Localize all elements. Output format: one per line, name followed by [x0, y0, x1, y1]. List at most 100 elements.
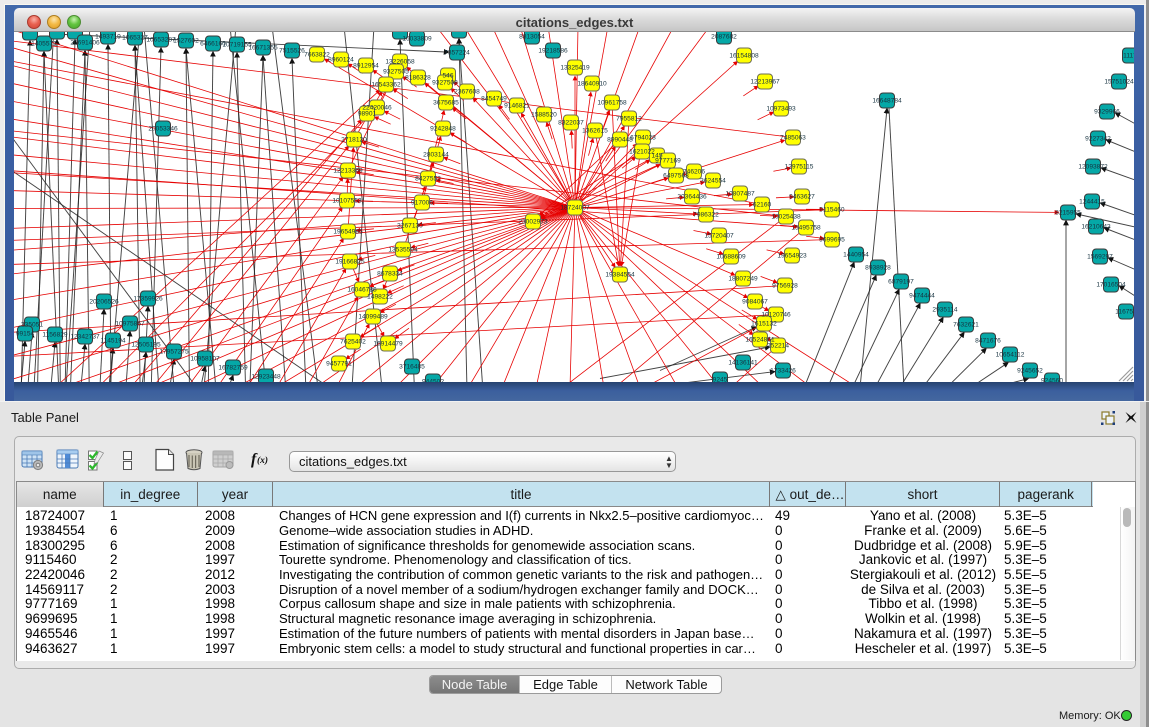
svg-text:1569297: 1569297 [1087, 254, 1113, 261]
svg-text:8938928: 8938928 [865, 265, 891, 272]
svg-text:746206: 746206 [683, 169, 705, 176]
svg-text:20364436: 20364436 [677, 194, 707, 201]
svg-text:20691406: 20691406 [70, 40, 100, 47]
svg-text:1527602: 1527602 [173, 38, 199, 45]
svg-text:20053346: 20053346 [148, 126, 178, 133]
svg-text:98901: 98901 [358, 111, 377, 118]
svg-text:8322037: 8322037 [558, 120, 584, 127]
svg-text:9463627: 9463627 [789, 194, 815, 201]
svg-text:16154808: 16154808 [729, 53, 759, 60]
svg-text:9115460: 9115460 [819, 207, 845, 214]
svg-text:12213967: 12213967 [750, 79, 780, 86]
svg-text:8427552: 8427552 [415, 176, 441, 183]
svg-text:14099489: 14099489 [358, 314, 388, 321]
svg-text:1498222: 1498222 [367, 294, 393, 301]
svg-text:10654112: 10654112 [996, 352, 1025, 359]
svg-text:2087682: 2087682 [711, 34, 737, 41]
svg-text:9227342: 9227342 [1085, 136, 1111, 143]
svg-text:546: 546 [442, 73, 453, 80]
svg-text:17016504: 17016504 [1096, 282, 1126, 289]
svg-text:13325419: 13325419 [560, 65, 590, 72]
svg-text:1493719: 1493719 [95, 34, 121, 41]
svg-text:62160: 62160 [753, 202, 772, 209]
svg-text:16210643: 16210643 [1081, 224, 1111, 231]
svg-text:7632621: 7632621 [953, 322, 979, 329]
svg-text:12213369: 12213369 [333, 168, 363, 175]
svg-text:8471676: 8471676 [975, 338, 1001, 345]
svg-text:9457791: 9457791 [326, 361, 352, 368]
svg-text:19218586: 19218586 [538, 48, 568, 55]
svg-text:16046786: 16046786 [347, 287, 377, 294]
svg-text:10958107: 10958107 [190, 356, 220, 363]
svg-text:12975115: 12975115 [785, 164, 814, 171]
svg-text:10807487: 10807487 [725, 191, 755, 198]
svg-text:8912954: 8912954 [353, 63, 379, 70]
svg-text:3624554: 3624554 [700, 178, 726, 185]
svg-text:9146821: 9146821 [504, 103, 530, 110]
svg-text:19654985: 19654985 [333, 229, 363, 236]
svg-text:1156829: 1156829 [42, 332, 68, 339]
svg-text:19166825: 19166825 [335, 259, 365, 266]
svg-text:15495758: 15495758 [791, 225, 821, 232]
svg-text:12342737: 12342737 [70, 334, 100, 341]
svg-text:16671355: 16671355 [248, 45, 278, 52]
svg-text:10120746: 10120746 [761, 312, 791, 319]
svg-text:9777169: 9777169 [655, 158, 681, 165]
svg-text:10973493: 10973493 [766, 106, 796, 113]
svg-text:9084067: 9084067 [742, 299, 768, 306]
svg-text:10107553: 10107553 [332, 198, 362, 205]
svg-text:7485063: 7485063 [780, 135, 806, 142]
svg-text:1145194: 1145194 [100, 338, 126, 345]
svg-text:23002973: 23002973 [518, 219, 548, 226]
svg-text:3267130: 3267130 [397, 223, 423, 230]
svg-text:8186328: 8186328 [405, 75, 431, 82]
svg-text:917006: 917006 [411, 200, 433, 207]
svg-text:18724007: 18724007 [560, 205, 590, 212]
svg-text:12505195: 12505195 [131, 342, 161, 349]
svg-text:9245652: 9245652 [1017, 368, 1043, 375]
svg-text:1615132: 1615132 [751, 321, 777, 328]
svg-text:2803144: 2803144 [423, 152, 449, 159]
svg-text:18807249: 18807249 [728, 276, 758, 283]
svg-text:15751024: 15751024 [1104, 79, 1134, 86]
svg-text:7625402: 7625402 [340, 339, 366, 346]
svg-text:252214: 252214 [767, 343, 789, 350]
svg-text:15720407: 15720407 [704, 233, 734, 240]
svg-text:10653287: 10653287 [146, 37, 176, 44]
svg-text:9327508: 9327508 [432, 80, 458, 87]
svg-text:1244415: 1244415 [1079, 199, 1105, 206]
svg-text:9699695: 9699695 [819, 237, 845, 244]
svg-text:2718120: 2718120 [341, 137, 367, 144]
svg-text:8960124: 8960124 [328, 57, 354, 64]
svg-text:6794028: 6794028 [630, 135, 656, 142]
svg-text:10961758: 10961758 [597, 100, 627, 107]
svg-text:1362615: 1362615 [582, 128, 608, 135]
svg-text:7663822: 7663822 [304, 52, 330, 59]
svg-text:6879197: 6879197 [888, 279, 914, 286]
svg-text:13535594: 13535594 [388, 247, 418, 254]
svg-text:9474444: 9474444 [909, 293, 935, 300]
svg-text:13226058: 13226058 [385, 59, 415, 66]
svg-text:10025438: 10025438 [771, 214, 801, 221]
svg-text:16543362: 16543362 [371, 82, 401, 89]
svg-text:8454749: 8454749 [481, 96, 507, 103]
svg-text:7986322: 7986322 [693, 212, 719, 219]
svg-text:8813054: 8813054 [519, 34, 545, 41]
svg-text:99154: 99154 [16, 331, 35, 338]
svg-text:10688609: 10688609 [716, 254, 746, 261]
svg-text:9756928: 9756928 [772, 283, 798, 290]
svg-text:12923448: 12923448 [251, 374, 281, 381]
svg-text:335051: 335051 [21, 322, 43, 329]
svg-text:7955812: 7955812 [616, 116, 642, 123]
svg-text:20206526: 20206526 [89, 299, 119, 306]
svg-text:7515526: 7515526 [279, 48, 305, 55]
svg-text:2935114: 2935114 [932, 307, 958, 314]
svg-text:18640910: 18640910 [577, 81, 607, 88]
svg-text:16914479: 16914479 [373, 341, 403, 348]
svg-text:116753: 116753 [1115, 309, 1134, 316]
svg-text:16782759: 16782759 [218, 365, 248, 372]
svg-text:1405571: 1405571 [31, 41, 57, 48]
svg-text:19654923: 19654923 [777, 253, 807, 260]
svg-text:1733426: 1733426 [770, 368, 796, 375]
svg-text:3675685: 3675685 [433, 100, 459, 107]
